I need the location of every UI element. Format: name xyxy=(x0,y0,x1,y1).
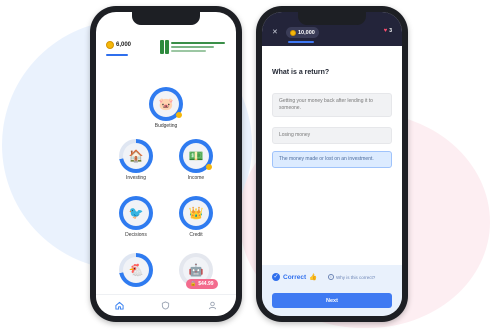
coin-icon xyxy=(290,29,296,36)
partner-logo xyxy=(160,38,226,56)
phone-notch xyxy=(298,12,366,25)
coin-balance-value: 6,000 xyxy=(116,41,132,48)
lesson-progress-ring: 🐷 xyxy=(149,87,183,121)
lesson-map-header: 6,000 xyxy=(96,34,236,60)
lesson-progress-ring: 🐦 xyxy=(119,196,153,230)
answer-option[interactable]: Getting your money back after lending it… xyxy=(272,93,392,117)
house-icon: 🏠 xyxy=(123,143,149,169)
lesson-progress-ring: 🐔 xyxy=(119,253,153,287)
lesson-credit[interactable]: 👑 Credit xyxy=(178,196,214,238)
bird-icon: 🐦 xyxy=(123,200,149,226)
crown-icon: 👑 xyxy=(183,200,209,226)
unlock-price: $44.99 xyxy=(198,281,214,287)
coin-icon xyxy=(106,40,114,49)
close-icon[interactable]: ✕ xyxy=(272,29,278,37)
partner-logo-wordmark xyxy=(171,40,225,54)
why-correct-link[interactable]: i Why is this correct? xyxy=(328,274,375,280)
lesson-label: Decisions xyxy=(125,232,147,238)
coin-balance-value: 10,000 xyxy=(298,29,315,36)
coin-balance[interactable]: 10,000 xyxy=(286,27,319,38)
unlock-price-badge[interactable]: 🔒 $44.99 xyxy=(186,279,218,289)
chicken-icon: 🐔 xyxy=(123,257,149,283)
answer-option-selected[interactable]: The money made or lost on an investment. xyxy=(272,151,392,168)
coin-balance-underline xyxy=(288,41,314,43)
phone-lesson-map: 6,000 🐷 Budgeting 🏠 Investing 💵 Income 🐦… xyxy=(90,6,242,322)
lesson-label: Income xyxy=(187,175,205,181)
info-icon: i xyxy=(328,274,334,280)
star-badge-icon xyxy=(176,112,182,118)
coin-balance-underline xyxy=(106,54,128,56)
lesson-progress-ring: 💵 xyxy=(179,139,213,173)
result-status: ✓ Correct 👍 xyxy=(272,273,317,281)
check-icon: ✓ xyxy=(272,273,280,281)
quiz-screen: ✕ 10,000 ♥ 3 What is a return? Getting y… xyxy=(262,12,402,316)
result-status-label: Correct xyxy=(283,273,307,281)
lesson-label: Credit xyxy=(189,232,203,238)
lock-icon: 🔒 xyxy=(190,281,197,287)
phone-quiz: ✕ 10,000 ♥ 3 What is a return? Getting y… xyxy=(256,6,408,322)
heart-icon: ♥ xyxy=(383,28,388,34)
result-panel: ✓ Correct 👍 i Why is this correct? Next xyxy=(262,265,402,316)
lesson-income[interactable]: 💵 Income xyxy=(178,139,214,181)
piggy-bank-icon: 🐷 xyxy=(153,91,179,117)
lesson-investing[interactable]: 🏠 Investing xyxy=(118,139,154,181)
lesson-decisions[interactable]: 🐦 Decisions xyxy=(118,196,154,238)
profile-icon[interactable] xyxy=(207,300,219,312)
next-button[interactable]: Next xyxy=(272,293,392,308)
star-badge-icon xyxy=(206,164,212,170)
lesson-progress-ring: 🏠 xyxy=(119,139,153,173)
answer-option[interactable]: Losing money xyxy=(272,127,392,144)
lesson-label: Budgeting xyxy=(154,123,178,129)
shield-icon[interactable] xyxy=(160,300,172,312)
lesson-label: Investing xyxy=(125,175,146,181)
lesson-budgeting[interactable]: 🐷 Budgeting xyxy=(148,87,184,129)
home-icon[interactable] xyxy=(113,300,125,312)
lives-count: 3 xyxy=(389,28,392,34)
lesson-locked-1[interactable]: 🐔 xyxy=(118,253,154,287)
why-correct-label: Why is this correct? xyxy=(336,274,376,280)
bottom-tab-bar xyxy=(96,294,236,316)
coin-balance[interactable]: 6,000 xyxy=(106,38,131,51)
lives-counter: ♥ 3 xyxy=(384,28,392,34)
university-logo-icon xyxy=(160,40,169,54)
phone-notch xyxy=(132,12,200,25)
question-text: What is a return? xyxy=(272,69,330,76)
cash-icon: 💵 xyxy=(183,143,209,169)
lesson-progress-ring: 👑 xyxy=(179,196,213,230)
thumbs-up-icon: 👍 xyxy=(309,274,318,281)
lesson-map-screen: 6,000 🐷 Budgeting 🏠 Investing 💵 Income 🐦… xyxy=(96,12,236,316)
